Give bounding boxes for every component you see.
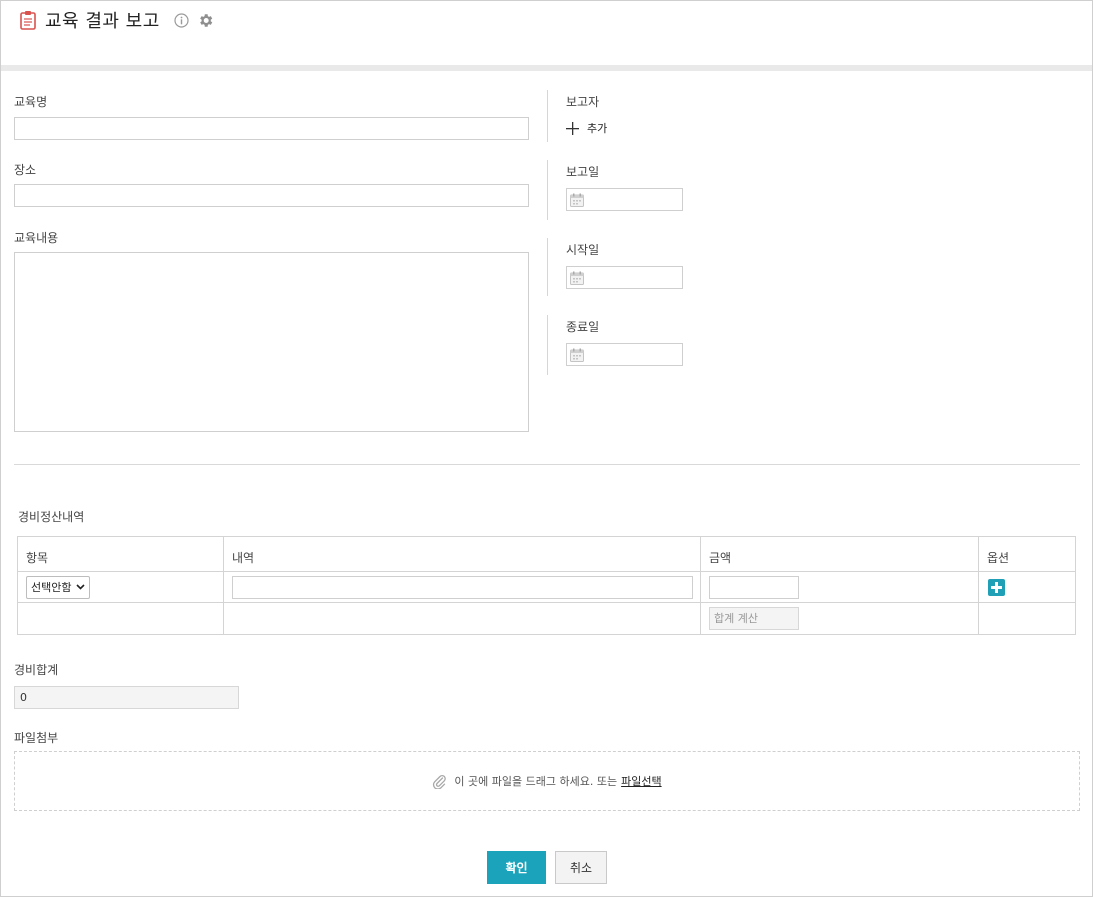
- content-textarea[interactable]: [14, 252, 529, 432]
- divider: [547, 90, 548, 142]
- expense-table: 항목 내역 금액 옵션 선택안함 합계 계산: [17, 536, 1076, 635]
- empty-cell: [17, 602, 224, 635]
- detail-cell: [223, 571, 701, 603]
- header-separator: [1, 65, 1092, 71]
- chevron-down-icon: [76, 584, 85, 590]
- info-icon[interactable]: [174, 12, 189, 28]
- document-icon: [20, 11, 36, 30]
- reporter-label: 보고자: [566, 95, 600, 109]
- file-dropzone[interactable]: 이 곳에 파일을 드래그 하세요. 또는 파일선택: [14, 751, 1080, 811]
- gear-icon[interactable]: [197, 12, 214, 29]
- title-row: 교육 결과 보고: [19, 7, 214, 33]
- detail-input[interactable]: [232, 575, 693, 599]
- divider: [547, 160, 548, 220]
- calendar-icon[interactable]: [570, 348, 584, 362]
- add-reporter-button[interactable]: 추가: [566, 120, 607, 136]
- column-header-detail: 내역: [223, 536, 701, 572]
- dropzone-text: 이 곳에 파일을 드래그 하세요. 또는: [454, 775, 618, 788]
- table-header-row: 항목 내역 금액 옵션: [17, 536, 1076, 572]
- expense-total-field: 0: [14, 686, 239, 709]
- calendar-icon[interactable]: [570, 271, 584, 285]
- option-cell: [978, 571, 1076, 603]
- attachment-label: 파일첨부: [14, 731, 59, 745]
- location-input[interactable]: [14, 184, 529, 207]
- add-reporter-label: 추가: [587, 122, 608, 135]
- cancel-button[interactable]: 취소: [555, 851, 607, 884]
- report-date-input[interactable]: [566, 188, 683, 211]
- add-row-button[interactable]: [988, 578, 1005, 596]
- item-select[interactable]: 선택안함: [26, 575, 90, 599]
- amount-cell: [700, 571, 979, 603]
- start-date-input[interactable]: [566, 266, 683, 289]
- empty-cell: [223, 602, 701, 635]
- empty-cell: [978, 602, 1076, 635]
- paperclip-icon: [433, 774, 447, 789]
- sum-calc-button[interactable]: 합계 계산: [709, 607, 799, 630]
- table-row: 합계 계산: [17, 602, 1076, 635]
- start-date-label: 시작일: [566, 243, 600, 257]
- calendar-icon[interactable]: [570, 193, 584, 207]
- table-row: 선택안함: [17, 571, 1076, 603]
- end-date-label: 종료일: [566, 320, 600, 334]
- plus-icon: [566, 121, 579, 135]
- divider: [547, 315, 548, 375]
- confirm-button[interactable]: 확인: [487, 851, 546, 884]
- course-name-label: 교육명: [14, 95, 48, 109]
- item-cell: 선택안함: [17, 571, 224, 603]
- page-title: 교육 결과 보고: [45, 11, 160, 32]
- amount-input[interactable]: [709, 575, 799, 599]
- column-header-item: 항목: [17, 536, 224, 572]
- end-date-input[interactable]: [566, 343, 683, 366]
- expense-section-title: 경비정산내역: [18, 510, 85, 524]
- section-divider: [14, 464, 1080, 465]
- item-select-value: 선택안함: [31, 581, 72, 594]
- page-header: 교육 결과 보고: [1, 1, 1092, 65]
- content-label: 교육내용: [14, 231, 59, 245]
- file-select-link[interactable]: 파일선택: [621, 773, 661, 789]
- report-date-label: 보고일: [566, 165, 600, 179]
- course-name-input[interactable]: [14, 117, 529, 140]
- divider: [547, 238, 548, 296]
- expense-total-label: 경비합계: [14, 663, 59, 677]
- column-header-amount: 금액: [700, 536, 979, 572]
- column-header-option: 옵션: [978, 536, 1076, 572]
- sum-cell: 합계 계산: [700, 602, 979, 635]
- location-label: 장소: [14, 163, 37, 177]
